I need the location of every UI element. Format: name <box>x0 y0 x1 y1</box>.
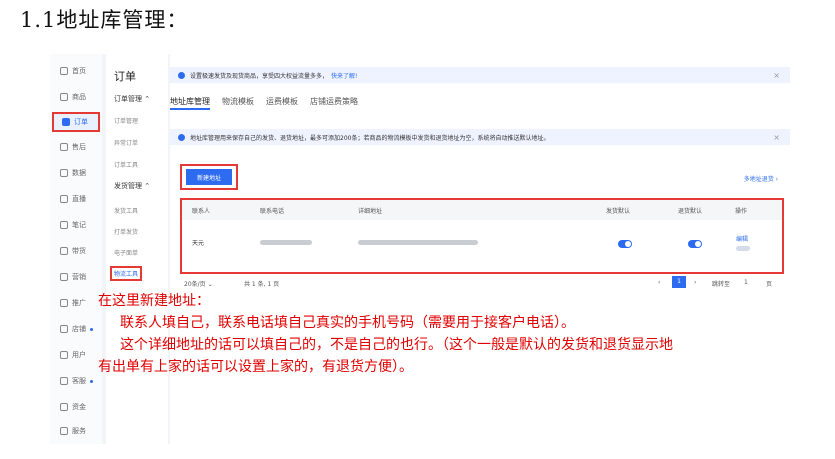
close-icon[interactable]: × <box>773 133 780 142</box>
sidebar-item-promotion[interactable]: 推广 <box>52 294 100 312</box>
info-icon <box>178 133 185 141</box>
new-address-button[interactable]: 新建地址 <box>186 169 232 185</box>
tab-freight-template[interactable]: 运费模板 <box>266 96 298 110</box>
sidebar-item-store[interactable]: 店铺 <box>52 320 100 338</box>
subnav-group-shipping[interactable]: 发货管理 ⌃ <box>114 181 150 191</box>
total-count: 共 1 条, 1 页 <box>244 281 280 288</box>
table-header: 联系人 联系电话 详细地址 发货默认 退货默认 操作 <box>182 200 782 220</box>
sidebar-item-marketing[interactable]: 营销 <box>52 268 100 286</box>
marketing-icon <box>60 273 68 281</box>
address-notice: 地址库管理用来保存自己的发货、退货地址，最多可添加200条；若商品的物流模板中发… <box>170 129 790 145</box>
notification-dot <box>90 327 93 331</box>
jump-label: 跳转至 <box>712 281 731 288</box>
col-actions: 操作 <box>735 208 748 215</box>
doc-heading: 1.1地址库管理： <box>20 8 189 32</box>
return-default-toggle[interactable] <box>688 240 702 248</box>
funds-icon <box>60 403 68 411</box>
users-icon <box>60 351 68 359</box>
notification-dot <box>90 379 93 383</box>
tab-logistics-template[interactable]: 物流模板 <box>222 96 254 110</box>
col-return-default: 退货默认 <box>678 208 703 215</box>
orders-icon <box>62 118 70 126</box>
annotation-line-2: 联系人填自己，联系电话填自己真实的手机号码（需要用于接客户电话）。 <box>120 315 575 331</box>
annotation-line-3: 这个详细地址的话可以填自己的，不是自己的也行。（这个一般是默认的发货和退货显示地 <box>120 337 673 353</box>
tab-bar: 地址库管理 物流模板 运费模板 店铺运费策略 <box>170 96 358 110</box>
edit-link[interactable]: 编辑 <box>736 234 748 243</box>
col-contact: 联系人 <box>192 208 211 215</box>
address-table: 联系人 联系电话 详细地址 发货默认 退货默认 操作 天元 编辑 <box>180 198 784 274</box>
notes-icon <box>60 221 68 229</box>
pagination: 20条/页 ⌄ 共 1 条, 1 页 ‹ 1 › 跳转至 1 页 <box>182 276 782 290</box>
prev-page-button[interactable]: ‹ <box>658 279 660 286</box>
subnav-item-abnormal-orders[interactable]: 异常订单 <box>114 138 138 147</box>
next-page-button[interactable]: › <box>694 279 696 286</box>
info-icon <box>178 71 185 79</box>
page-size-select[interactable]: 20条/页 ⌄ <box>184 279 213 288</box>
sidebar-item-home[interactable]: 首页 <box>52 62 100 80</box>
subnav-item-order-manage[interactable]: 订单管理 <box>114 116 138 125</box>
jump-input[interactable]: 1 <box>744 279 748 286</box>
col-phone: 联系电话 <box>260 208 285 215</box>
sidebar-item-users[interactable]: 用户 <box>52 346 100 364</box>
home-icon <box>60 67 68 75</box>
current-page[interactable]: 1 <box>672 276 686 288</box>
help-icon <box>60 427 68 435</box>
service-icon <box>60 377 68 385</box>
subnav-item-ship-tools[interactable]: 发货工具 <box>114 206 138 215</box>
sidebar-item-live[interactable]: 直播 <box>52 190 100 208</box>
tab-address-library[interactable]: 地址库管理 <box>170 96 210 110</box>
ship-default-toggle[interactable] <box>618 240 632 248</box>
promotion-icon <box>60 299 68 307</box>
redacted-action <box>736 246 750 251</box>
highlight-box: 新建地址 <box>180 164 238 190</box>
annotation-line-1: 在这里新建地址： <box>98 293 210 309</box>
redacted-address <box>358 240 478 245</box>
subnav-item-waybill[interactable]: 电子面单 <box>114 248 138 257</box>
subnav-title: 订单 <box>114 70 136 83</box>
sidebar-item-aftersale[interactable]: 售后 <box>52 138 100 156</box>
subnav-item-logistics-tools[interactable]: 物流工具 <box>110 266 143 281</box>
sidebar-item-service[interactable]: 客服 <box>52 372 100 390</box>
col-address: 详细地址 <box>358 208 383 215</box>
sidebar-item-funds[interactable]: 资金 <box>52 398 100 416</box>
affiliate-icon <box>60 247 68 255</box>
subnav-group-orders[interactable]: 订单管理 ⌃ <box>114 94 150 104</box>
contact-name: 天元 <box>192 240 205 247</box>
sidebar: 首页 商品 订单 售后 数据 直播 笔记 带货 营销 推广 店铺 用户 客服 资… <box>50 54 102 444</box>
sidebar-item-notes[interactable]: 笔记 <box>52 216 100 234</box>
page-unit: 页 <box>766 281 773 288</box>
table-row: 天元 编辑 <box>182 220 782 270</box>
address-card: 新建地址 多地址退货 › 联系人 联系电话 详细地址 发货默认 退货默认 操作 … <box>174 158 786 294</box>
subnav-item-print-ship[interactable]: 打单发货 <box>114 227 138 236</box>
redacted-phone <box>260 240 312 245</box>
tab-store-freight-strategy[interactable]: 店铺运费策略 <box>310 96 358 110</box>
col-ship-default: 发货默认 <box>606 208 631 215</box>
goods-icon <box>60 93 68 101</box>
multi-address-return-link[interactable]: 多地址退货 › <box>744 174 778 183</box>
annotation-line-4: 有出单有上家的话可以设置上家的，有退货方便）。 <box>98 359 413 375</box>
store-icon <box>60 325 68 333</box>
subnav-item-order-tools[interactable]: 订单工具 <box>114 160 138 169</box>
live-icon <box>60 195 68 203</box>
sidebar-item-data[interactable]: 数据 <box>52 164 100 182</box>
instruction-annotation: 在这里新建地址： 联系人填自己，联系电话填自己真实的手机号码（需要用于接客户电话… <box>98 290 835 400</box>
sidebar-item-orders[interactable]: 订单 <box>52 112 100 132</box>
sidebar-item-goods[interactable]: 商品 <box>52 88 100 106</box>
close-icon[interactable]: × <box>773 71 780 80</box>
data-icon <box>60 169 68 177</box>
aftersale-icon <box>60 143 68 151</box>
learn-more-link[interactable]: 快来了解! <box>331 71 357 80</box>
promo-banner: 设置极速发货及现货商品，享受四大权益流量多多， 快来了解! × <box>170 67 790 83</box>
sidebar-item-affiliate[interactable]: 带货 <box>52 242 100 260</box>
sidebar-item-help[interactable]: 服务 <box>52 422 100 440</box>
